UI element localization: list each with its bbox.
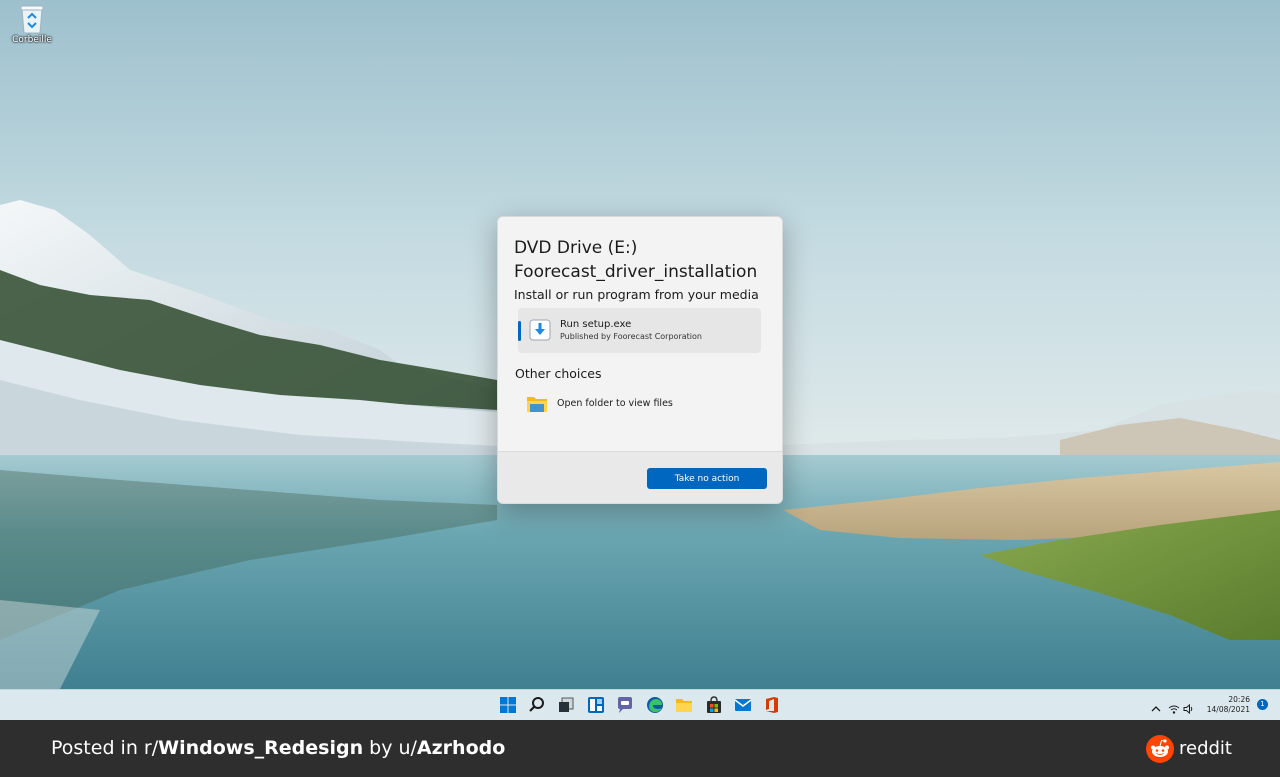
notification-badge[interactable]: 1 [1257, 699, 1268, 710]
dialog-footer: Take no action [498, 451, 782, 503]
edge-icon [647, 697, 663, 713]
clock-date: 14/08/2021 [1206, 705, 1250, 714]
store-button[interactable] [705, 696, 723, 714]
dialog-title-volume: Foorecast_driver_installation [514, 262, 758, 282]
autoplay-dialog: DVD Drive (E:) Foorecast_driver_installa… [497, 216, 783, 504]
widgets-icon [588, 697, 604, 713]
subreddit-name: Windows_Redesign [158, 737, 364, 759]
taskbar-search-button[interactable] [528, 696, 546, 714]
widgets-button[interactable] [587, 696, 605, 714]
chevron-up-icon [1151, 706, 1161, 712]
network-button[interactable] [1168, 700, 1180, 714]
caption-text: Posted in r/Windows_Redesign by u/Azrhod… [51, 737, 505, 759]
caption-prefix: Posted in r/ [51, 737, 159, 759]
wifi-icon [1168, 705, 1180, 714]
desktop-icon-label: Corbeille [12, 35, 52, 45]
task-view-button[interactable] [557, 696, 575, 714]
office-icon [766, 697, 778, 713]
caption-by: by u/ [363, 737, 417, 759]
run-setup-option[interactable]: Run setup.exe Published by Foorecast Cor… [518, 308, 761, 353]
speaker-icon [1183, 703, 1193, 715]
task-view-icon [559, 697, 574, 712]
taskbar: 20:26 14/08/2021 1 [0, 689, 1280, 720]
dialog-title-drive: DVD Drive (E:) [514, 238, 638, 258]
run-option-label: Run setup.exe [560, 319, 632, 330]
open-folder-option[interactable]: Open folder to view files [526, 393, 746, 415]
teams-chat-icon [618, 697, 632, 713]
folder-icon [527, 397, 547, 412]
start-button[interactable] [499, 696, 517, 714]
office-button[interactable] [763, 696, 781, 714]
taskbar-clock[interactable]: 20:26 14/08/2021 [1198, 695, 1250, 715]
teams-chat-button[interactable] [616, 696, 634, 714]
install-download-icon [529, 319, 551, 341]
reddit-wordmark: reddit [1179, 738, 1232, 759]
file-explorer-button[interactable] [675, 696, 693, 714]
username: Azrhodo [416, 737, 506, 759]
dialog-title: DVD Drive (E:) Foorecast_driver_installa… [514, 236, 776, 284]
reddit-logo-icon [1146, 735, 1174, 763]
store-icon [707, 696, 721, 713]
run-option-text: Run setup.exe Published by Foorecast Cor… [560, 319, 702, 342]
search-icon [529, 697, 544, 712]
reddit-caption-bar: Posted in r/Windows_Redesign by u/Azrhod… [0, 720, 1280, 777]
volume-button[interactable] [1183, 700, 1195, 715]
clock-time: 20:26 [1228, 695, 1250, 704]
selection-accent-bar [518, 321, 521, 341]
mail-icon [734, 699, 752, 711]
take-no-action-button[interactable]: Take no action [647, 468, 767, 489]
file-explorer-icon [676, 699, 692, 712]
desktop: Corbeille DVD Drive (E:) Foorecast_drive… [0, 0, 1280, 689]
recycle-bin-icon [20, 5, 44, 34]
open-folder-label: Open folder to view files [557, 398, 673, 409]
run-option-publisher: Published by Foorecast Corporation [560, 332, 702, 341]
show-hidden-icons-button[interactable] [1150, 700, 1162, 712]
mail-button[interactable] [734, 696, 752, 714]
start-icon [500, 697, 516, 713]
desktop-icon-recycle-bin[interactable]: Corbeille [8, 4, 56, 45]
edge-browser-button[interactable] [646, 696, 664, 714]
dialog-subtitle: Install or run program from your media [514, 287, 759, 302]
other-choices-heading: Other choices [515, 366, 602, 381]
